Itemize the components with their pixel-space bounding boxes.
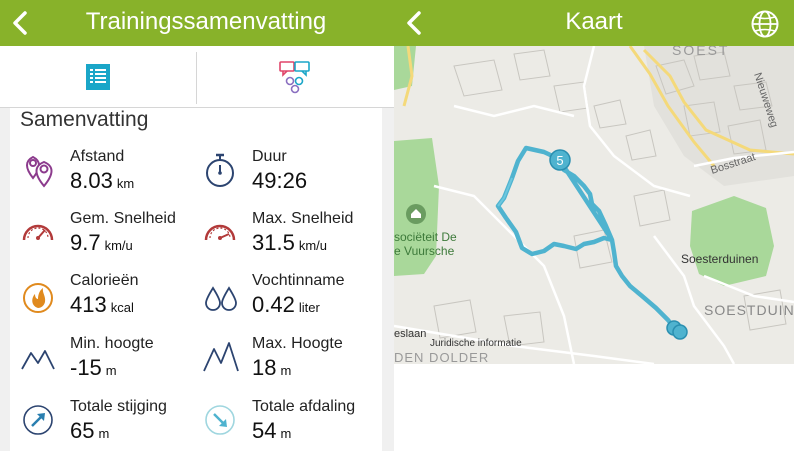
forest-area [690,196,774,286]
chat-bubbles-icon [279,60,310,93]
map-screen: Kaart 5 Nieuweweg Bosstraat SOEST Soeste… [394,0,794,451]
tab-summary[interactable] [0,46,196,107]
summary-card: Samenvatting Afstand 8.03km Duur 49:26 [10,108,382,451]
stat-number: 8.03 [70,168,113,193]
tab-bar [0,46,394,108]
forest-area [394,46,416,90]
stat-total-ascent: Totale stijging 65 m [20,398,200,451]
stat-calories: Calorieën 413 kcal [20,272,200,332]
tab-comments[interactable] [197,46,393,107]
stat-duration: Duur 49:26 [202,148,382,208]
location-pins-icon [26,155,53,188]
stat-value: 49:26 [252,169,311,196]
page-title: Trainingssamenvatting [85,8,327,35]
stat-max-altitude: Max. Hoogte 18 m [202,335,382,395]
stat-unit: kcal [110,300,134,315]
stat-number: 54 [252,418,277,443]
stat-value: 54 m [252,419,291,446]
stat-number: 413 [70,292,107,317]
section-title: Samenvatting [20,108,149,131]
stat-number: -15 [70,355,102,380]
area-label: SOESTDUIN [704,302,794,318]
stat-label: Totale stijging [70,398,167,415]
area-label: Soesterduinen [681,252,759,266]
legal-info-link[interactable]: Juridische informatie [430,338,522,349]
arrow-down-right-icon [205,405,235,435]
route-map[interactable]: 5 Nieuweweg Bosstraat SOEST Soesterduine… [394,46,794,364]
stat-distance: Afstand 8.03 km [20,148,200,208]
stat-total-descent: Totale afdaling 54 m [202,398,382,451]
stat-value: 8.03 km [70,169,134,196]
stat-value: 413 kcal [70,293,134,320]
stat-label: Max. Snelheid [252,210,354,227]
stat-number: 18 [252,355,277,380]
speedometer-icon [22,224,54,241]
stat-value: 9.7 km/u [70,231,133,258]
stat-value: 65 m [70,419,109,446]
stat-label: Max. Hoogte [252,335,343,352]
area-label: DEN DOLDER [394,350,490,364]
mountain-low-icon [21,350,55,370]
mountain-high-icon [203,342,239,372]
stat-unit: m [280,426,292,441]
stat-hydration: Vochtinname 0.42 liter [202,272,382,332]
stat-value: 31.5 km/u [252,231,327,258]
poi-label: sociëteit De [394,230,457,244]
area-label: SOEST [672,46,730,58]
stat-unit: liter [298,300,320,315]
stat-value: 0.42 liter [252,293,320,320]
water-drops-icon [205,286,237,311]
list-icon [86,63,110,90]
stat-label: Calorieën [70,272,139,289]
stat-number: 31.5 [252,230,295,255]
stat-avg-speed: Gem. Snelheid 9.7 km/u [20,210,200,270]
stat-unit: m [98,426,110,441]
stat-min-altitude: Min. hoogte -15 m [20,335,200,395]
stat-value: -15 m [70,356,117,383]
stat-label: Min. hoogte [70,335,154,352]
route-end-marker[interactable] [672,324,688,340]
stat-label: Afstand [70,148,125,165]
globe-icon[interactable] [750,9,780,39]
page-title: Kaart [565,8,623,35]
stat-number: 65 [70,418,95,443]
stat-unit: m [105,363,117,378]
stat-max-speed: Max. Snelheid 31.5 km/u [202,210,382,270]
map-header: Kaart [394,0,794,46]
stat-unit: km [116,176,135,191]
stat-label: Duur [252,148,287,165]
stat-number: 49:26 [252,168,308,193]
arrow-up-right-icon [23,405,53,435]
km-marker-label: 5 [556,153,563,168]
street-label: eslaan [394,328,427,340]
route-line [495,145,685,339]
stat-unit: km/u [298,238,327,253]
stat-label: Gem. Snelheid [70,210,176,227]
stat-unit: km/u [104,238,133,253]
stat-label: Vochtinname [252,272,345,289]
speedometer-icon [204,224,236,241]
stat-number: 0.42 [252,292,295,317]
stopwatch-icon [206,153,234,187]
stat-number: 9.7 [70,230,101,255]
stat-value: 18 m [252,356,291,383]
stat-label: Totale afdaling [252,398,356,415]
stat-unit: m [280,363,292,378]
training-summary-screen: Trainingssamenvatting Samenvatting Afsta… [0,0,394,451]
flame-icon [23,283,53,313]
summary-header: Trainingssamenvatting [0,0,394,46]
poi-label: e Vuursche [394,244,455,258]
